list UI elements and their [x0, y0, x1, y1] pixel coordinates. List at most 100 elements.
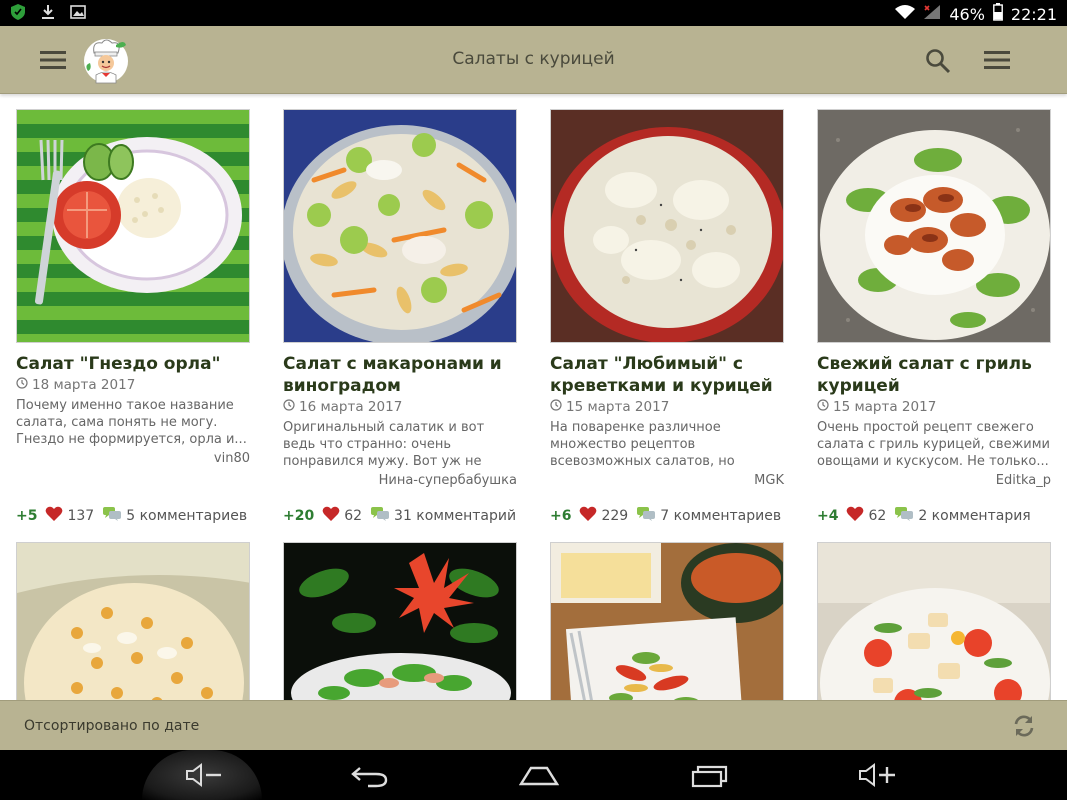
chef-logo-icon[interactable] — [82, 35, 130, 85]
app-toolbar: Салаты с курицей — [0, 26, 1067, 94]
status-bar: 46% 22:21 — [0, 0, 1067, 26]
recipe-photo[interactable] — [16, 542, 250, 700]
recipe-photo[interactable] — [550, 109, 784, 343]
refresh-icon[interactable] — [1010, 712, 1038, 740]
clock-icon — [283, 399, 295, 415]
heart-icon — [45, 506, 63, 526]
recipe-author[interactable]: Нина-супербабушка — [283, 473, 517, 488]
recipe-title[interactable]: Салат с макаронами и виноградом — [283, 353, 517, 397]
recipe-grid: Салат "Гнездо орла" 18 марта 2017 Почему… — [0, 94, 1067, 700]
recipe-score: +4 — [817, 508, 839, 524]
overflow-menu-icon[interactable] — [982, 48, 1012, 72]
recipe-card[interactable] — [817, 542, 1051, 700]
recipe-stats: +4 62 2 комментария — [817, 506, 1067, 526]
likes[interactable]: 62 — [846, 506, 886, 526]
recipe-score: +5 — [16, 508, 38, 524]
recipe-date-text: 15 марта 2017 — [833, 399, 937, 415]
comments-count: 31 комментарий — [394, 508, 517, 524]
recipe-card[interactable]: Свежий салат с гриль курицей 15 марта 20… — [817, 109, 1051, 524]
recipe-author[interactable]: Editka_p — [817, 473, 1051, 488]
recipe-date-text: 16 марта 2017 — [299, 399, 403, 415]
home-icon[interactable] — [514, 758, 564, 792]
recipe-date: 15 марта 2017 — [817, 399, 1051, 415]
recipe-description: Оригинальный салатик и вот ведь что стра… — [283, 420, 485, 469]
likes-count: 137 — [67, 508, 95, 524]
volume-up-icon[interactable] — [852, 758, 902, 792]
recipe-description: Почему именно такое название салата, сам… — [16, 398, 247, 447]
app-root: 46% 22:21 Салаты с курицей Салат "Гнездо… — [0, 0, 1067, 800]
recipe-score: +6 — [550, 508, 572, 524]
comments-count: 5 комментариев — [126, 508, 248, 524]
heart-icon — [579, 506, 597, 526]
recipe-photo[interactable] — [283, 542, 517, 700]
likes[interactable]: 229 — [579, 506, 628, 526]
recipe-date-text: 15 марта 2017 — [566, 399, 670, 415]
comments-icon — [894, 506, 914, 526]
heart-icon — [846, 506, 864, 526]
comments-count: 2 комментария — [918, 508, 1031, 524]
battery-icon — [992, 3, 1003, 25]
recent-apps-icon[interactable] — [684, 758, 734, 792]
recipe-description: Очень простой рецепт свежего салата с гр… — [817, 420, 1051, 469]
recipe-date: 18 марта 2017 — [16, 377, 250, 393]
image-icon — [70, 4, 86, 20]
recipe-author[interactable]: vin80 — [16, 451, 250, 466]
recipe-photo[interactable] — [16, 109, 250, 343]
recipe-score: +20 — [283, 508, 315, 524]
clock-icon — [817, 399, 829, 415]
system-nav-bar — [0, 750, 1067, 800]
recipe-card[interactable]: Салат с макаронами и виноградом 16 марта… — [283, 109, 517, 524]
comments-icon — [636, 506, 656, 526]
clock-icon — [16, 377, 28, 393]
recipe-author[interactable]: MGK — [550, 473, 784, 488]
recipe-date: 15 марта 2017 — [550, 399, 784, 415]
sort-bar: Отсортировано по дате — [0, 700, 1067, 750]
likes-count: 62 — [868, 508, 887, 524]
recipe-title[interactable]: Свежий салат с гриль курицей — [817, 353, 1051, 397]
page-title: Салаты с курицей — [452, 49, 615, 69]
comments[interactable]: 7 комментариев — [636, 506, 781, 526]
battery-percent: 46% — [949, 4, 985, 24]
comments[interactable]: 31 комментарий — [370, 506, 516, 526]
volume-down-icon[interactable] — [178, 758, 228, 792]
recipe-stats: +20 62 31 комментарий — [283, 506, 533, 526]
likes-count: 229 — [601, 508, 629, 524]
likes[interactable]: 137 — [45, 506, 94, 526]
heart-icon — [322, 506, 340, 526]
recipe-photo[interactable] — [283, 109, 517, 343]
likes[interactable]: 62 — [322, 506, 362, 526]
recipe-description: На поваренке различное множество рецепто… — [550, 420, 735, 469]
recipe-card[interactable] — [16, 542, 250, 700]
signal-icon — [923, 4, 941, 24]
recipe-date: 16 марта 2017 — [283, 399, 517, 415]
system-indicators: 46% 22:21 — [895, 3, 1057, 25]
likes-count: 62 — [344, 508, 363, 524]
recipe-card[interactable] — [550, 542, 784, 700]
recipe-title[interactable]: Салат "Гнездо орла" — [16, 353, 250, 375]
recipe-title[interactable]: Салат "Любимый" с креветками и курицей — [550, 353, 784, 397]
notification-icons — [10, 4, 86, 20]
clock-icon — [550, 399, 562, 415]
recipe-photo[interactable] — [817, 542, 1051, 700]
comments[interactable]: 2 комментария — [894, 506, 1031, 526]
recipe-photo[interactable] — [550, 542, 784, 700]
menu-icon[interactable] — [38, 48, 68, 72]
clock: 22:21 — [1010, 4, 1057, 24]
recipe-card[interactable] — [283, 542, 517, 700]
recipe-stats: +6 229 7 комментариев — [550, 506, 800, 526]
back-icon[interactable] — [345, 758, 395, 792]
download-icon — [40, 4, 56, 20]
sort-label[interactable]: Отсортировано по дате — [24, 718, 199, 734]
comments-count: 7 комментариев — [660, 508, 782, 524]
comments-icon — [102, 506, 122, 526]
comments[interactable]: 5 комментариев — [102, 506, 247, 526]
wifi-icon — [895, 4, 916, 24]
shield-icon — [10, 4, 26, 20]
recipe-card[interactable]: Салат "Любимый" с креветками и курицей 1… — [550, 109, 784, 524]
recipe-date-text: 18 марта 2017 — [32, 377, 136, 393]
recipe-photo[interactable] — [817, 109, 1051, 343]
comments-icon — [370, 506, 390, 526]
recipe-card[interactable]: Салат "Гнездо орла" 18 марта 2017 Почему… — [16, 109, 250, 524]
recipe-stats: +5 137 5 комментариев — [16, 506, 266, 526]
search-icon[interactable] — [924, 47, 952, 75]
